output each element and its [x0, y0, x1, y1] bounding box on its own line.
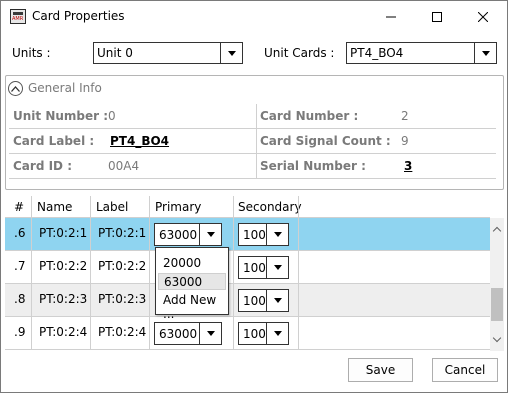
row-number: .8: [14, 292, 26, 306]
primary-combo-value: 63000: [159, 327, 198, 341]
chevron-down-icon[interactable]: [199, 224, 221, 245]
chevron-down-icon[interactable]: [474, 43, 496, 63]
close-button[interactable]: [460, 1, 506, 32]
card-number-value: 2: [401, 109, 409, 123]
primary-combo[interactable]: 63000: [154, 322, 222, 345]
close-icon: [478, 11, 488, 22]
general-info-title: General Info: [28, 81, 102, 95]
col-header-number[interactable]: #: [14, 200, 24, 214]
unit-number-value: 0: [108, 109, 116, 123]
secondary-combo-value: 100: [243, 261, 266, 275]
card-id-value: 00A4: [108, 159, 140, 173]
primary-combo[interactable]: 63000: [154, 223, 222, 246]
info-row: Card ID : 00A4 Serial Number : 3: [9, 154, 496, 179]
maximize-button[interactable]: [414, 1, 460, 32]
scroll-up-icon[interactable]: [490, 222, 504, 236]
table-row[interactable]: .6 PT:0:2:1 PT:0:2:1 63000 100: [5, 218, 490, 251]
row-name: PT:0:2:4: [39, 325, 88, 339]
cancel-button[interactable]: Cancel: [432, 358, 498, 382]
unit-number-key: Unit Number :: [13, 109, 109, 123]
row-number: .6: [14, 226, 26, 240]
minimize-button[interactable]: [368, 1, 414, 32]
col-header-label[interactable]: Label: [96, 200, 128, 214]
secondary-combo[interactable]: 100: [238, 223, 289, 246]
amr-app-icon: AMR: [10, 9, 26, 24]
card-id-key: Card ID :: [13, 159, 72, 173]
card-properties-window: AMR Card Properties Units : Unit 0 Unit …: [0, 0, 508, 393]
units-combo[interactable]: Unit 0: [93, 42, 243, 64]
row-number: .7: [14, 259, 26, 273]
card-signal-count-value: 9: [401, 134, 409, 148]
chevron-down-icon[interactable]: [199, 323, 221, 344]
row-label: PT:0:2:1: [98, 226, 147, 240]
collapse-toggle-button[interactable]: [8, 81, 23, 96]
scroll-down-icon[interactable]: [490, 332, 504, 346]
col-header-primary[interactable]: Primary: [155, 200, 201, 214]
chevron-down-icon[interactable]: [266, 323, 288, 344]
window-title: Card Properties: [32, 9, 125, 23]
row-number: .9: [14, 325, 26, 339]
row-label: PT:0:2:2: [98, 259, 147, 273]
table-row[interactable]: .7 PT:0:2:2 PT:0:2:2 100: [5, 251, 490, 284]
col-header-name[interactable]: Name: [37, 200, 72, 214]
chevron-down-icon[interactable]: [266, 290, 288, 311]
card-signal-count-key: Card Signal Count :: [260, 134, 391, 148]
unit-cards-label: Unit Cards :: [264, 46, 335, 60]
chevron-up-icon: [11, 85, 20, 92]
row-name: PT:0:2:3: [39, 292, 88, 306]
secondary-combo-value: 100: [243, 294, 266, 308]
vertical-scrollbar[interactable]: [490, 218, 504, 351]
unit-cards-combo[interactable]: PT4_BO4: [346, 42, 497, 64]
secondary-combo-value: 100: [243, 228, 266, 242]
minimize-icon: [386, 16, 396, 17]
info-row: Card Label : PT4_BO4 Card Signal Count :…: [9, 129, 496, 154]
dropdown-option[interactable]: 20000: [158, 255, 226, 272]
units-label: Units :: [12, 46, 51, 60]
units-combo-value: Unit 0: [97, 46, 133, 60]
table-row[interactable]: .8 PT:0:2:3 PT:0:2:3 100: [5, 284, 490, 317]
col-header-secondary[interactable]: Secondary: [238, 200, 302, 214]
card-label-link[interactable]: PT4_BO4: [110, 134, 169, 148]
row-label: PT:0:2:4: [98, 325, 147, 339]
card-label-key: Card Label :: [13, 134, 95, 148]
dropdown-option-add-new[interactable]: Add New ...: [158, 292, 226, 321]
row-label: PT:0:2:3: [98, 292, 147, 306]
row-name: PT:0:2:2: [39, 259, 88, 273]
card-number-key: Card Number :: [260, 109, 359, 123]
unit-cards-combo-value: PT4_BO4: [350, 46, 404, 60]
secondary-combo[interactable]: 100: [238, 322, 289, 345]
table-row[interactable]: .9 PT:0:2:4 PT:0:2:4 63000 100: [5, 317, 490, 350]
maximize-icon: [432, 11, 442, 22]
chevron-down-icon[interactable]: [220, 43, 242, 63]
primary-combo-value: 63000: [159, 228, 198, 242]
secondary-combo-value: 100: [243, 327, 266, 341]
info-row: Unit Number : 0 Card Number : 2: [9, 104, 496, 129]
dropdown-option-selected[interactable]: 63000: [158, 273, 226, 290]
primary-dropdown-list: 20000 63000 Add New ...: [155, 247, 229, 321]
secondary-combo[interactable]: 100: [238, 256, 289, 279]
serial-number-key: Serial Number :: [260, 159, 366, 173]
signals-grid: # Name Label Primary Secondary .6 PT:0:2…: [5, 196, 504, 351]
title-bar[interactable]: AMR Card Properties: [1, 1, 507, 32]
secondary-combo[interactable]: 100: [238, 289, 289, 312]
chevron-down-icon[interactable]: [266, 224, 288, 245]
row-name: PT:0:2:1: [39, 226, 88, 240]
chevron-down-icon[interactable]: [266, 257, 288, 278]
scrollbar-thumb[interactable]: [491, 288, 503, 321]
grid-header: # Name Label Primary Secondary: [5, 196, 490, 218]
save-button[interactable]: Save: [348, 358, 413, 382]
serial-number-link[interactable]: 3: [404, 159, 412, 173]
